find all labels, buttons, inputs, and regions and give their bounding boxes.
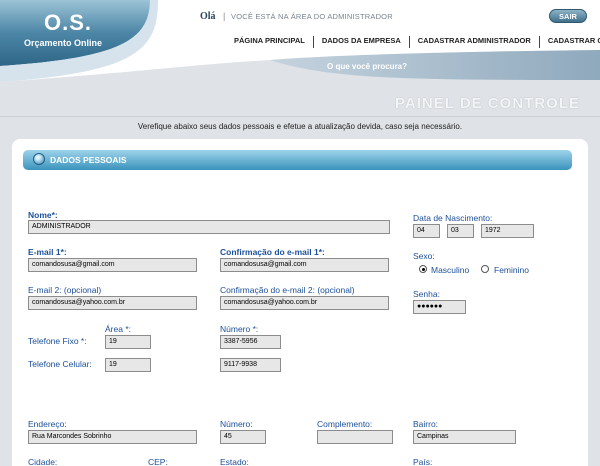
name-label: Nome*: [28, 210, 58, 220]
landline-number-input[interactable]: 3387-5956 [220, 335, 281, 349]
logo-title: O.S. [44, 10, 93, 35]
email2-confirm-input[interactable]: comandosusa@yahoo.com.br [220, 296, 389, 310]
nav-company-data[interactable]: DADOS DA EMPRESA [312, 36, 409, 48]
nav-register-os[interactable]: CADASTRAR O.S. [538, 36, 600, 48]
intro-text: Verefique abaixo seus dados pessoais e e… [137, 122, 463, 131]
area-code-label: Área *: [105, 324, 131, 334]
logo-subtitle: Orçamento Online [24, 38, 103, 48]
email2-confirm-label: Confirmação do e-mail 2: (opcional) [220, 285, 355, 295]
district-input[interactable]: Campinas [413, 430, 516, 444]
email1-label: E-mail 1*: [28, 247, 67, 257]
birth-day-input[interactable]: 04 [413, 224, 440, 238]
sex-female-label: Feminino [494, 265, 529, 275]
greeting: Olá [200, 11, 216, 22]
section-title: DADOS PESSOAIS [50, 155, 127, 165]
state-label: Estado: [220, 457, 249, 466]
sex-label: Sexo: [413, 251, 435, 261]
email1-confirm-label: Confirmação do e-mail 1*: [220, 247, 325, 257]
country-label: País: [413, 457, 433, 466]
mobile-number-input[interactable]: 9117-9938 [220, 358, 281, 372]
nav-register-admin[interactable]: CADASTRAR ADMINISTRADOR [408, 36, 539, 48]
landline-label: Telefone Fixo *: [28, 336, 87, 346]
complement-input[interactable] [317, 430, 393, 444]
address-input[interactable]: Rua Marcondes Sobrinho [28, 430, 197, 444]
password-label: Senha: [413, 289, 440, 299]
email2-input[interactable]: comandosusa@yahoo.com.br [28, 296, 197, 310]
zip-label: CEP: [148, 457, 168, 466]
admin-area-message: VOCÊ ESTÁ NA ÁREA DO ADMINISTRADOR [231, 12, 393, 21]
email1-input[interactable]: comandosusa@gmail.com [28, 258, 197, 272]
password-input[interactable]: ●●●●●● [413, 300, 466, 314]
address-label: Endereço: [28, 419, 67, 429]
mobile-label: Telefone Celular: [28, 359, 92, 369]
sex-female-radio[interactable] [481, 265, 489, 273]
birth-month-input[interactable]: 03 [447, 224, 474, 238]
phone-number-label: Número *: [220, 324, 259, 334]
mobile-area-input[interactable]: 19 [105, 358, 151, 372]
page-title: PAINEL DE CONTROLE [395, 95, 580, 112]
complement-label: Complemento: [317, 419, 373, 429]
greeting-separator: | [223, 11, 226, 21]
search-prompt[interactable]: O que você procura? [327, 62, 407, 71]
sex-male-label: Masculino [431, 265, 470, 275]
title-divider [0, 116, 600, 117]
district-label: Bairro: [413, 419, 439, 429]
logout-button[interactable]: SAIR [549, 9, 587, 23]
main-nav: PÁGINA PRINCIPAL DADOS DA EMPRESA CADAST… [226, 36, 600, 48]
email2-label: E-mail 2: (opcional) [28, 285, 102, 295]
email1-confirm-input[interactable]: comandosusa@gmail.com [220, 258, 389, 272]
header: O.S. Orçamento Online Olá | VOCÊ ESTÁ NA… [0, 0, 600, 88]
address-number-label: Número: [220, 419, 253, 429]
city-label: Cidade: [28, 457, 58, 466]
nav-home[interactable]: PÁGINA PRINCIPAL [226, 36, 313, 48]
section-bullet-icon [33, 153, 45, 165]
landline-area-input[interactable]: 19 [105, 335, 151, 349]
name-input[interactable]: ADMINISTRADOR [28, 220, 390, 234]
birth-year-input[interactable]: 1972 [481, 224, 534, 238]
birthdate-label: Data de Nascimento: [413, 213, 493, 223]
sex-male-radio[interactable] [419, 265, 427, 273]
address-number-input[interactable]: 45 [220, 430, 266, 444]
